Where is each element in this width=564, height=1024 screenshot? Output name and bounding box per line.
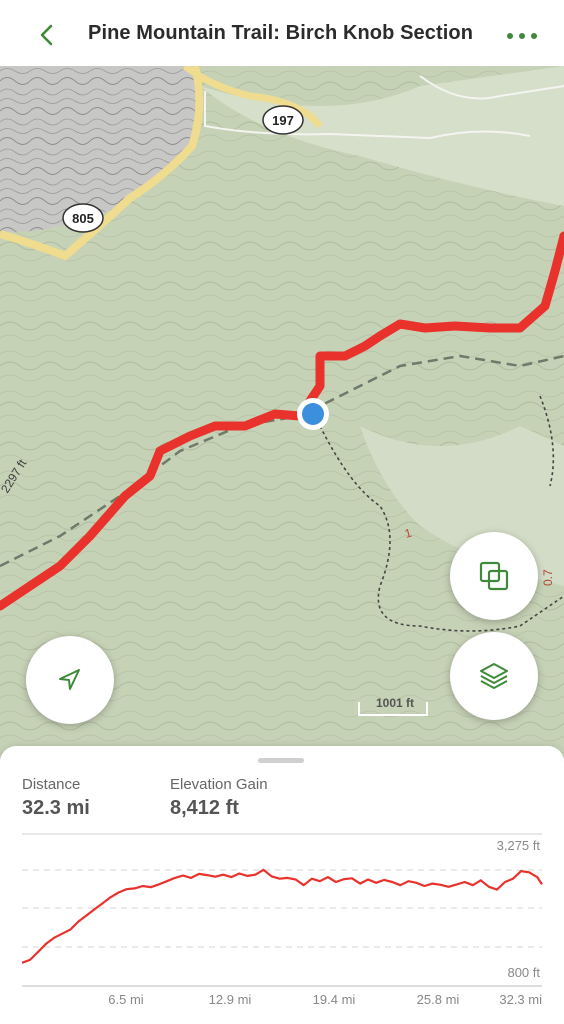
navigation-arrow-icon [59,669,80,690]
svg-text:805: 805 [72,211,94,226]
y-axis-top-label: 3,275 ft [497,838,541,853]
distance-value: 32.3 mi [22,797,90,819]
trail-marker-0-7: 0.7 [541,569,555,586]
x-axis-tick-label: 25.8 mi [417,992,460,1007]
app-header: Pine Mountain Trail: Birch Knob Section [0,0,564,66]
x-axis-tick-label: 32.3 mi [499,992,542,1007]
elevation-chart[interactable]: 3,275 ft 800 ft 6.5 mi 12.9 mi 19.4 mi 25.8… [0,830,564,1024]
road-shield-197: 197 [262,105,304,135]
current-location-dot [297,398,329,430]
x-axis-tick-label: 6.5 mi [108,992,144,1007]
x-axis-tick-label: 19.4 mi [313,992,356,1007]
trail-map[interactable]: 197 805 1 0.7 2297 ft 1001 ft [0,66,564,766]
overlay-squares-icon [479,561,509,591]
svg-text:197: 197 [272,113,294,128]
map-scale-label: 1001 ft [375,696,415,710]
navigate-button[interactable] [26,636,114,724]
distance-stat: Distance 32.3 mi [22,776,90,820]
x-axis-tick-label: 12.9 mi [209,992,252,1007]
map-layers-button[interactable] [450,632,538,720]
road-shield-805: 805 [62,203,104,233]
y-axis-bottom-label: 800 ft [507,965,540,980]
distance-label: Distance [22,776,81,793]
elevation-profile-line [21,868,543,964]
sheet-drag-handle[interactable] [258,758,304,763]
trail-stats-sheet: Distance 32.3 mi Elevation Gain 8,412 ft… [0,746,564,1024]
more-options-button[interactable] [502,22,542,50]
layers-icon [480,663,508,689]
overlay-toggle-button[interactable] [450,532,538,620]
more-dots-icon [507,33,537,39]
elevation-gain-stat: Elevation Gain 8,412 ft [170,776,268,820]
back-button[interactable] [30,18,64,52]
elevation-gain-label: Elevation Gain [170,776,268,793]
chevron-left-icon [40,24,53,46]
elevation-gain-value: 8,412 ft [170,797,239,819]
page-title: Pine Mountain Trail: Birch Knob Section [88,22,474,44]
